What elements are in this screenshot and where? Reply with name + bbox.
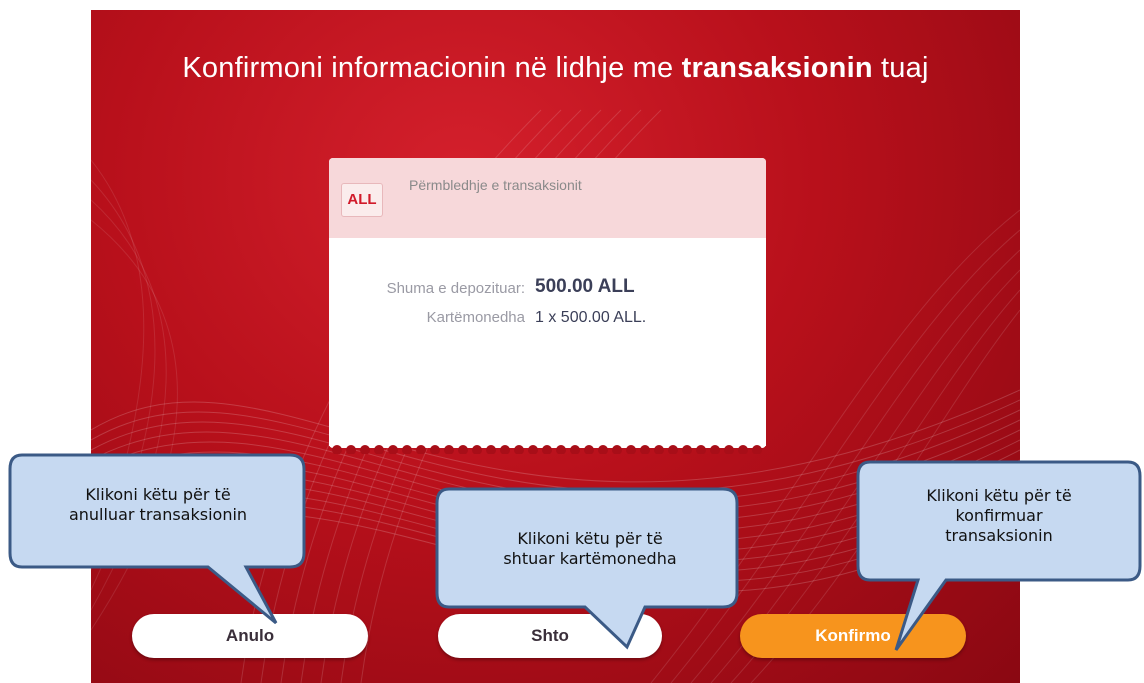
page-title-part1: Konfirmoni informacionin në lidhje me <box>182 52 682 84</box>
confirm-callout: Klikoni këtu për të konfirmuar transaksi… <box>856 460 1144 660</box>
transaction-summary-card: ALL Përmbledhje e transaksionit Shuma e … <box>329 158 766 448</box>
deposit-amount-value: 500.00 ALL <box>535 276 635 297</box>
page-title-part2: tuaj <box>872 52 929 84</box>
page-title-bold: transaksionin <box>681 52 873 84</box>
banknotes-value: 1 x 500.00 ALL. <box>535 309 647 326</box>
summary-card-header: ALL Përmbledhje e transaksionit <box>329 158 766 238</box>
page-title: Konfirmoni informacionin në lidhje me tr… <box>91 52 1020 85</box>
summary-card-title: Përmbledhje e transaksionit <box>409 177 582 193</box>
confirm-callout-line1: Klikoni këtu për të <box>926 486 1072 505</box>
receipt-scalloped-edge <box>329 438 766 454</box>
confirm-callout-line2: konfirmuar <box>955 506 1043 525</box>
cancel-callout-line1: Klikoni këtu për të <box>85 485 231 504</box>
cancel-callout-line2: anulluar transaksionin <box>68 505 248 524</box>
deposit-amount-label: Shuma e depozituar: <box>386 280 525 297</box>
confirm-callout-line3: transaksionin <box>945 526 1053 545</box>
add-callout-line1: Klikoni këtu për të <box>517 529 663 548</box>
add-callout-line2: shtuar kartëmonedha <box>503 549 677 568</box>
currency-badge: ALL <box>341 183 383 217</box>
banknotes-label: Kartëmonedha <box>426 309 525 326</box>
add-callout: Klikoni këtu për të shtuar kartëmonedha <box>435 487 745 657</box>
cancel-callout: Klikoni këtu për të anulluar transaksion… <box>8 453 318 633</box>
